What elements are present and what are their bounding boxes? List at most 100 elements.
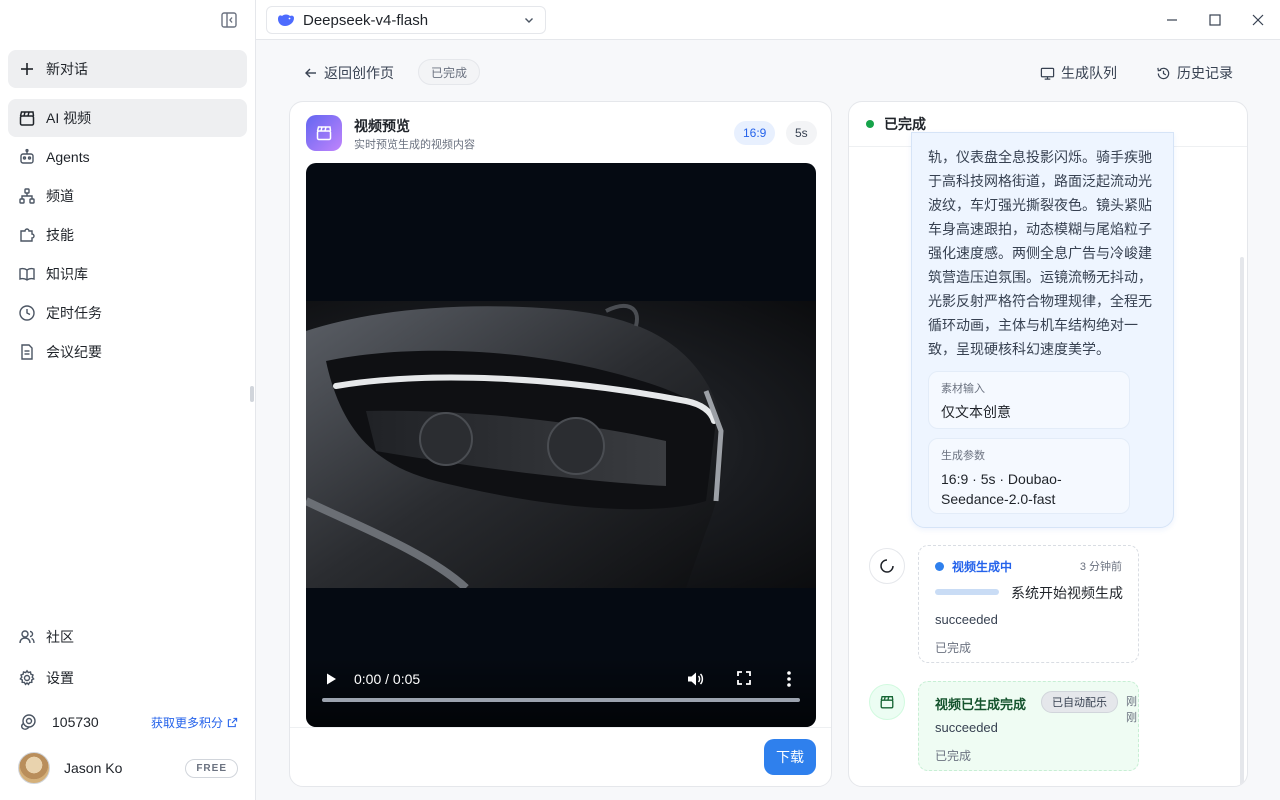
prompt-bubble: 轨，仪表盘全息投影闪烁。骑手疾驰于高科技网格街道，路面泛起流动光波纹，车灯强光撕… — [911, 132, 1174, 528]
generation-queue-label: 生成队列 — [1061, 65, 1117, 81]
material-value: 仅文本创意 — [941, 404, 1011, 420]
clock-icon — [18, 304, 36, 322]
clapperboard-icon — [869, 684, 905, 720]
sidebar-item-label: Agents — [46, 149, 90, 165]
video-preview-icon — [306, 115, 342, 151]
status-dot — [866, 120, 874, 128]
event-title: 视频生成中 — [935, 558, 1012, 575]
sidebar-item-label: 社区 — [46, 629, 74, 645]
credits-row: 105730 获取更多积分 — [18, 710, 238, 734]
video-player[interactable]: 0:00 / 0:05 — [306, 163, 816, 727]
duration-badge: 5s — [786, 121, 817, 145]
auto-music-badge: 已自动配乐 — [1041, 691, 1118, 713]
get-credits-label: 获取更多积分 — [150, 715, 223, 730]
credits-icon — [18, 712, 38, 732]
sidebar-item-label: AI 视频 — [46, 110, 92, 126]
main-area: 返回创作页 已完成 生成队列 历史记录 视频预览 实时预览生成的视频内容 16:… — [256, 40, 1280, 800]
sidebar-item-label: 定时任务 — [46, 305, 102, 321]
video-preview-title: 视频预览 — [354, 118, 410, 134]
event-title: 视频已生成完成 — [935, 697, 1027, 712]
video-preview-card: 视频预览 实时预览生成的视频内容 16:9 5s 0:00 / 0:05 下载 — [289, 101, 832, 787]
event-generating-card: 视频生成中 3 分钟前 系统开始视频生成 succeeded 已完成 — [918, 545, 1139, 663]
card-divider — [290, 727, 831, 728]
play-icon[interactable] — [324, 672, 338, 686]
sidebar-item-knowledge-base[interactable]: 知识库 — [8, 255, 247, 293]
event-done: 已完成 — [935, 749, 972, 763]
params-label: 生成参数 — [941, 450, 985, 462]
sidebar: 新对话 AI 视频 Agents 频道 技能 知识库 定时任务 会议纪要 社区 … — [0, 0, 256, 800]
material-label: 素材输入 — [941, 383, 985, 395]
sidebar-item-ai-video[interactable]: AI 视频 — [8, 99, 247, 137]
generation-params-card: 生成参数 16:9 · 5s · Doubao-Seedance-2.0-fas… — [928, 438, 1130, 514]
volume-icon[interactable] — [686, 670, 704, 688]
maximize-icon[interactable] — [1207, 12, 1223, 28]
sidebar-item-agents[interactable]: Agents — [8, 138, 247, 176]
sidebar-item-label: 设置 — [46, 670, 74, 686]
back-label: 返回创作页 — [324, 65, 394, 81]
status-panel-title: 已完成 — [884, 116, 926, 132]
plan-badge: FREE — [185, 758, 238, 778]
video-frame-motorcycle-headlight — [306, 301, 816, 588]
document-icon — [18, 343, 36, 361]
event-status: succeeded — [935, 612, 998, 627]
minimize-icon[interactable] — [1164, 12, 1180, 28]
video-time: 0:00 / 0:05 — [354, 671, 421, 687]
close-icon[interactable] — [1250, 12, 1266, 28]
new-chat-button[interactable]: 新对话 — [8, 50, 247, 88]
monitor-icon — [1040, 66, 1055, 81]
event-completed-card: 视频已生成完成 已自动配乐 刚刚 succeeded 已完成 — [918, 681, 1139, 771]
material-input-card: 素材输入 仅文本创意 — [928, 371, 1130, 429]
model-selector[interactable]: Deepseek-v4-flash — [266, 6, 546, 34]
status-badge: 已完成 — [418, 59, 481, 85]
clapperboard-icon — [18, 109, 36, 127]
video-controls: 0:00 / 0:05 — [306, 657, 816, 727]
loading-spinner-icon — [869, 548, 905, 584]
generation-queue-button[interactable]: 生成队列 — [1040, 62, 1117, 84]
external-link-icon — [227, 717, 238, 728]
sitemap-icon — [18, 187, 36, 205]
get-credits-link[interactable]: 获取更多积分 — [151, 714, 238, 731]
event-message: 系统开始视频生成 — [1011, 585, 1123, 601]
history-label: 历史记录 — [1177, 65, 1233, 81]
event-dot — [935, 562, 944, 571]
model-name: Deepseek-v4-flash — [303, 11, 429, 29]
sidebar-item-meeting-notes[interactable]: 会议纪要 — [8, 333, 247, 371]
robot-icon — [18, 148, 36, 166]
sidebar-item-scheduled-tasks[interactable]: 定时任务 — [8, 294, 247, 332]
sidebar-collapse-icon[interactable] — [220, 11, 238, 29]
title-bar: Deepseek-v4-flash — [256, 0, 1280, 40]
sidebar-resize-handle[interactable] — [250, 386, 254, 402]
user-name: Jason Ko — [64, 760, 123, 776]
event-title-text: 视频生成中 — [952, 560, 1013, 574]
video-progress-bar[interactable] — [322, 698, 800, 702]
plus-icon — [18, 60, 36, 78]
sidebar-item-label: 频道 — [46, 188, 74, 204]
event-progress-bar — [935, 589, 999, 595]
event-time: 3 分钟前 — [1079, 561, 1122, 573]
generation-status-panel: 已完成 轨，仪表盘全息投影闪烁。骑手疾驰于高科技网格街道，路面泛起流动光波纹，车… — [848, 101, 1248, 787]
aspect-ratio-badge: 16:9 — [734, 121, 776, 145]
fullscreen-icon[interactable] — [736, 670, 752, 686]
sidebar-item-channels[interactable]: 频道 — [8, 177, 247, 215]
new-chat-label: 新对话 — [46, 61, 88, 77]
back-to-create-link[interactable]: 返回创作页 — [304, 62, 394, 84]
credits-value: 105730 — [52, 714, 99, 730]
more-vertical-icon[interactable] — [786, 670, 792, 688]
sidebar-item-label: 技能 — [46, 227, 74, 243]
chevron-down-icon — [523, 14, 535, 26]
sidebar-item-label: 知识库 — [46, 266, 88, 282]
download-button[interactable]: 下载 — [764, 739, 816, 775]
history-button[interactable]: 历史记录 — [1156, 62, 1233, 84]
puzzle-icon — [18, 226, 36, 244]
gear-icon — [18, 669, 36, 687]
sidebar-item-community[interactable]: 社区 — [8, 618, 247, 656]
arrow-left-icon — [304, 66, 318, 80]
deepseek-whale-icon — [277, 13, 295, 27]
video-preview-subtitle: 实时预览生成的视频内容 — [354, 139, 475, 151]
sidebar-item-settings[interactable]: 设置 — [8, 659, 247, 697]
prompt-text: 轨，仪表盘全息投影闪烁。骑手疾驰于高科技网格街道，路面泛起流动光波纹，车灯强光撕… — [928, 149, 1152, 357]
sidebar-item-skills[interactable]: 技能 — [8, 216, 247, 254]
user-profile[interactable]: Jason Ko FREE — [18, 752, 238, 784]
history-icon — [1156, 66, 1171, 81]
scrollbar[interactable] — [1240, 257, 1244, 786]
